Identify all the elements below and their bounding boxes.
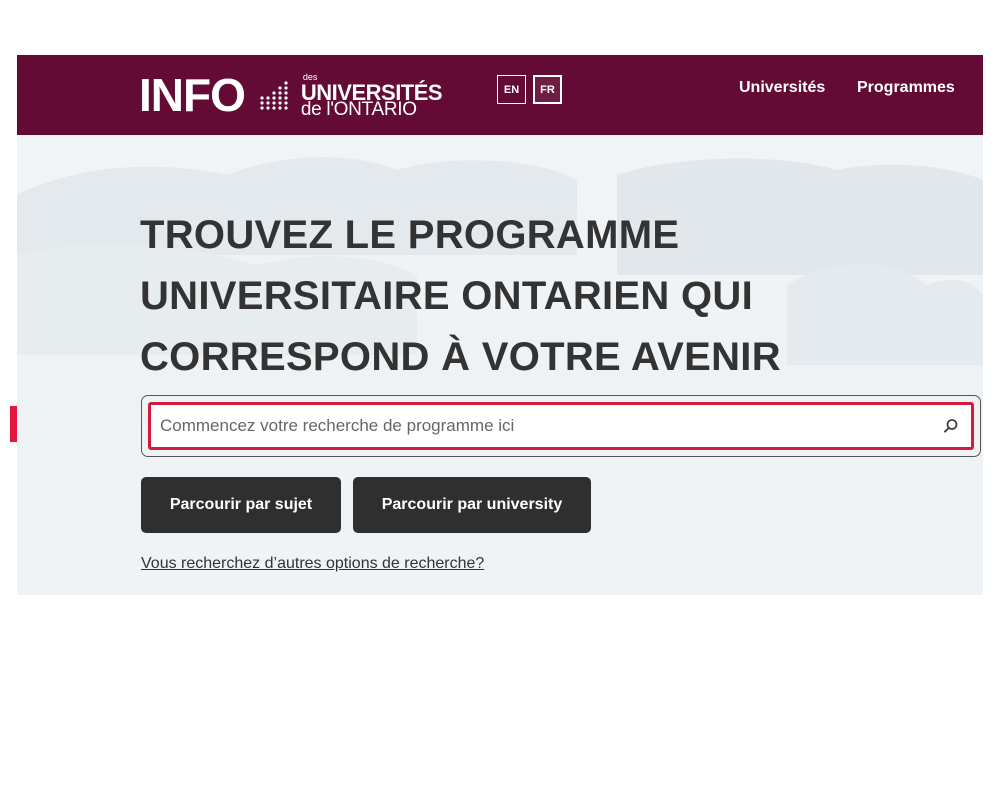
logo-ontario-text: de l'ONTARIO [300, 99, 417, 120]
search-input[interactable] [151, 405, 931, 447]
browse-by-subject-button[interactable]: Parcourir par sujet [141, 477, 341, 533]
lang-fr-button[interactable]: FR [533, 75, 562, 104]
logo-wordmark: des UNIVERSITÉS de l'ONTARIO [301, 70, 466, 120]
other-search-options-link[interactable]: Vous recherchez d’autres options de rech… [141, 555, 484, 573]
hero-controls: Parcourir par sujet Parcourir par univer… [17, 135, 983, 595]
site-logo[interactable]: INFO des UNIVERSITÉS de l'ONTARIO [139, 55, 466, 135]
dots-icon [257, 80, 291, 110]
logo-info-text: INFO [139, 69, 246, 121]
search-icon[interactable] [931, 405, 971, 447]
nav-programmes-link[interactable]: Programmes [857, 79, 955, 97]
nav-universites-link[interactable]: Universités [739, 79, 825, 97]
lang-en-button[interactable]: EN [497, 75, 526, 104]
site-header: INFO des UNIVERSITÉS de l'ONTARIO EN FR … [17, 55, 983, 135]
browse-by-university-button[interactable]: Parcourir par university [353, 477, 591, 533]
search-bar[interactable] [148, 402, 974, 450]
